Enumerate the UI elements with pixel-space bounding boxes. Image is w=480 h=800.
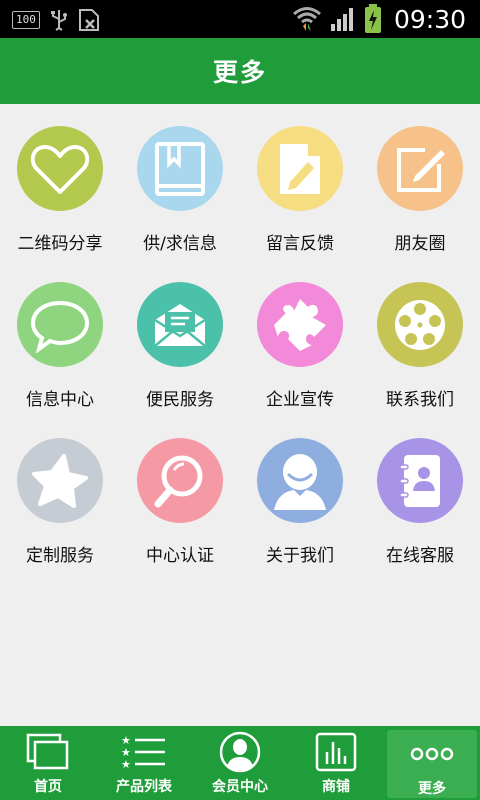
grid-item-circle: [137, 282, 223, 367]
grid-item-about-us[interactable]: 关于我们: [240, 416, 360, 566]
tab-label: 更多: [418, 781, 446, 797]
grid-item-label: 供/求信息: [143, 234, 217, 254]
tab-label: 会员中心: [212, 779, 268, 795]
title-bar: 更多: [0, 38, 480, 104]
tab-member-center[interactable]: 会员中心: [192, 726, 288, 800]
tab-label: 首页: [34, 779, 62, 795]
grid-item-supply-demand[interactable]: 供/求信息: [120, 104, 240, 254]
grid-item-label: 中心认证: [146, 546, 214, 566]
tab-home[interactable]: 首页: [0, 726, 96, 800]
grid-item-circle: [137, 126, 223, 211]
grid-item-circle: [17, 126, 103, 211]
svg-text:★: ★: [121, 758, 131, 770]
tab-more[interactable]: 更多: [387, 730, 477, 798]
grid-item-label: 联系我们: [386, 390, 454, 410]
tab-label: 产品列表: [116, 779, 172, 795]
status-right-icons: 09:30: [292, 4, 466, 34]
grid-item-label: 朋友圈: [394, 234, 446, 254]
grid-item-certification[interactable]: 中心认证: [120, 416, 240, 566]
status-bar: 100 09:30: [0, 0, 480, 38]
home-windows-icon: [26, 733, 69, 770]
tab-label: 商铺: [322, 779, 350, 795]
grid-item-circle: [377, 438, 463, 523]
grid-item-circle: [377, 126, 463, 211]
grid-item-circle: [257, 438, 343, 523]
grid-item-info-center[interactable]: 信息中心: [0, 260, 120, 410]
sim-card-icon: [78, 9, 99, 31]
grid-item-label: 便民服务: [146, 390, 214, 410]
grid-item-friends-circle[interactable]: 朋友圈: [360, 104, 480, 254]
grid-item-label: 信息中心: [26, 390, 94, 410]
grid-item-custom-service[interactable]: 定制服务: [0, 416, 120, 566]
book-icon: [155, 141, 205, 196]
status-badge: 100: [12, 11, 40, 29]
grid-item-circle: [257, 282, 343, 367]
grid-item-promotion[interactable]: 企业宣传: [240, 260, 360, 410]
member-icon: [219, 731, 261, 773]
battery-charging-icon: [364, 4, 381, 33]
user-icon: [274, 453, 326, 510]
grid-item-feedback[interactable]: 留言反馈: [240, 104, 360, 254]
grid-item-online-service[interactable]: 在线客服: [360, 416, 480, 566]
list-icon: ★ ★ ★: [121, 734, 165, 770]
chat-bubble-icon: [30, 300, 90, 353]
tab-shop[interactable]: 商铺: [288, 726, 384, 800]
tab-product-list[interactable]: ★ ★ ★ 产品列表: [96, 726, 192, 800]
wifi-icon: [292, 7, 321, 31]
grid-item-label: 企业宣传: [266, 390, 334, 410]
shop-chart-icon: [315, 732, 357, 772]
grid-item-qr-share[interactable]: 二维码分享: [0, 104, 120, 254]
grid-item-label: 在线客服: [386, 546, 454, 566]
grid-item-label: 定制服务: [26, 546, 94, 566]
star-icon: [32, 453, 88, 508]
usb-icon: [50, 10, 67, 31]
grid-item-label: 二维码分享: [17, 234, 103, 254]
edit-square-icon: [397, 147, 445, 192]
grid-item-circle: [257, 126, 343, 211]
page-title: 更多: [212, 58, 267, 87]
bottom-nav: 首页 ★ ★ ★ 产品列表 会员中心 商铺 更多: [0, 726, 480, 800]
contact-book-icon: [399, 454, 440, 507]
heart-icon: [31, 144, 89, 194]
film-reel-icon: [395, 299, 445, 350]
grid-item-contact-us[interactable]: 联系我们: [360, 260, 480, 410]
grid-item-circle: [137, 438, 223, 523]
clock: 09:30: [393, 4, 466, 34]
grid-item-label: 关于我们: [266, 546, 334, 566]
puzzle-icon: [274, 298, 326, 351]
document-pencil-icon: [280, 143, 320, 194]
status-left-icons: 100: [12, 8, 100, 32]
feature-grid: 二维码分享 供/求信息 留言反馈 朋友圈 信息中心 便民服务 企业宣传 联系我们…: [0, 104, 480, 724]
grid-item-circle: [17, 438, 103, 523]
envelope-icon: [154, 303, 206, 347]
grid-item-circle: [17, 282, 103, 367]
magnifier-icon: [154, 455, 203, 507]
grid-item-convenience[interactable]: 便民服务: [120, 260, 240, 410]
grid-item-circle: [377, 282, 463, 367]
grid-item-label: 留言反馈: [266, 234, 334, 254]
more-dots-icon: [410, 747, 454, 761]
signal-icon: [330, 8, 353, 31]
